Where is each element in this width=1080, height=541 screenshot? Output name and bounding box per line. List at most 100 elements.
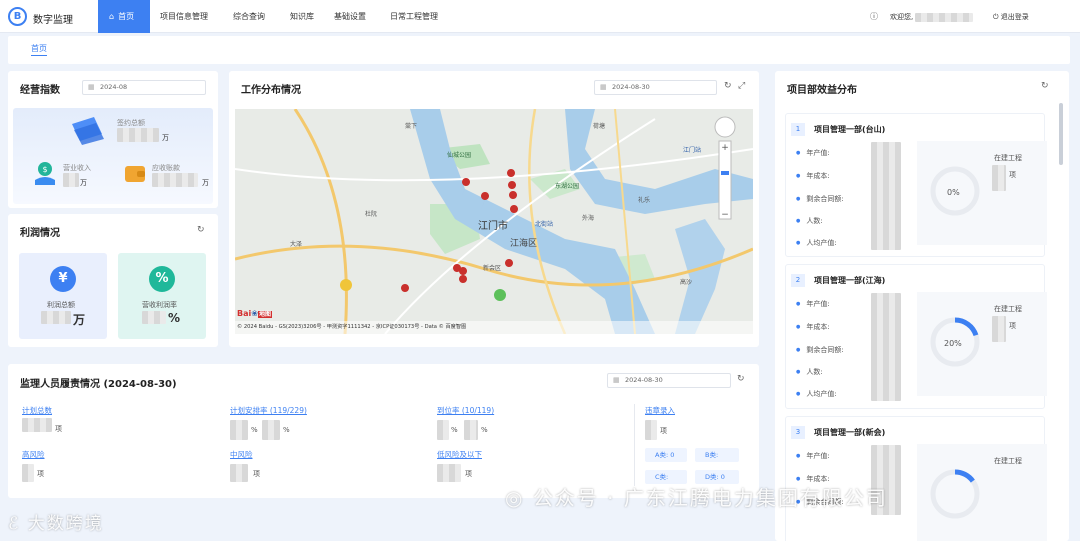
duty-date-picker[interactable]: 2024-08-30 xyxy=(607,373,731,388)
profit-rate-tile: % 营收利润率 % xyxy=(118,253,206,339)
business-month-picker[interactable]: 2024-08 xyxy=(82,80,206,95)
nav-item-label: 首页 xyxy=(118,12,135,21)
breadcrumb-home-link[interactable]: 首页 xyxy=(31,43,47,56)
nav-item-knowledge[interactable]: 知识库 xyxy=(279,0,323,33)
paw-icon: ❀ xyxy=(251,309,258,318)
business-index-title: 经营指数 xyxy=(20,85,60,96)
profit-rate-unit: % xyxy=(168,311,181,325)
nav-item-home[interactable]: ⌂ 首页 xyxy=(98,0,150,33)
class-a-tag[interactable]: A类: 0 xyxy=(645,448,687,462)
refresh-icon[interactable]: ↻ xyxy=(197,225,205,235)
map-place-label: 大泽 xyxy=(290,241,303,248)
status-unit: 项 xyxy=(1009,322,1016,330)
project-percent: 0% xyxy=(947,188,960,197)
project-name: 项目管理一部(台山) xyxy=(814,125,886,134)
map-place-label: 仙城公园 xyxy=(447,152,472,159)
fullscreen-icon[interactable]: ⤢ xyxy=(738,81,745,91)
plan-total-link[interactable]: 计划总数 xyxy=(22,405,52,416)
business-stats-panel: 签约总额 万 $ 营业收入 万 应收账款 万 xyxy=(13,108,213,204)
project-ring-panel: 0% 在建工程 项 xyxy=(917,141,1047,245)
refresh-icon[interactable]: ↻ xyxy=(737,374,745,384)
logout-label: 退出登录 xyxy=(1000,13,1029,21)
plan-rate-link[interactable]: 计划安排率 (119/229) xyxy=(230,405,307,416)
breadcrumb: 首页 xyxy=(8,36,1070,64)
map-place-label: 杜阮 xyxy=(365,211,378,218)
receivable-label: 应收账款 xyxy=(152,164,180,172)
high-risk-redacted xyxy=(22,464,34,482)
nav-item-daily-engineering[interactable]: 日常工程管理 xyxy=(379,0,459,33)
arrival-rate-unit: % xyxy=(451,426,458,434)
project-ring-panel: 在建工程 xyxy=(917,444,1047,541)
violation-redacted xyxy=(645,420,657,440)
plan-total-redacted xyxy=(22,418,52,432)
logout-button[interactable]: ⏻ 退出登录 xyxy=(993,12,1029,22)
revenue-value xyxy=(63,173,79,187)
map-attribution: © 2024 Baidu - GS(2023)3206号 - 甲测资字11113… xyxy=(237,324,467,330)
main-nav: ⌂ 首页 项目信息管理 综合查询 知识库 基础设置 日常工程管理 xyxy=(98,0,459,33)
refresh-icon[interactable]: ↻ xyxy=(724,81,732,91)
project-item-1[interactable]: 1 项目管理一部(台山) 年产值: 年成本: 剩余合同额: 人数: 人均产值: … xyxy=(785,113,1047,257)
revenue-label: 营业收入 xyxy=(63,164,91,172)
high-risk-link[interactable]: 高风险 xyxy=(22,449,45,460)
svg-text:+: + xyxy=(721,143,729,153)
refresh-icon[interactable]: ↻ xyxy=(1041,81,1049,91)
arrival-rate-redacted xyxy=(437,420,449,440)
plan-rate-unit: % xyxy=(283,426,290,434)
baidu-logo-text: Bai xyxy=(237,309,252,318)
arrival-rate-unit: % xyxy=(481,426,488,434)
project-field-headcount: 人数: xyxy=(796,216,822,226)
mid-risk-link[interactable]: 中风险 xyxy=(230,449,253,460)
welcome-text: 欢迎您, xyxy=(890,12,974,22)
violation-entry-link[interactable]: 违章录入 xyxy=(645,405,675,416)
project-item-3[interactable]: 3 项目管理一部(新会) 年产值: 年成本: 剩余合同额: 在建工程 xyxy=(785,416,1047,541)
map-place-label: 北街站 xyxy=(535,221,554,228)
top-navigation-bar: B 数字监理 ⌂ 首页 项目信息管理 综合查询 知识库 基础设置 日常工程管理 ⓘ… xyxy=(0,0,1080,33)
low-risk-link[interactable]: 低风险及以下 xyxy=(437,449,482,460)
svg-text:−: − xyxy=(721,210,729,220)
project-benefit-card: 项目部效益分布 ↻ 1 项目管理一部(台山) 年产值: 年成本: 剩余合同额: … xyxy=(775,71,1069,541)
power-icon: ⏻ xyxy=(993,13,1001,21)
low-risk-redacted xyxy=(437,464,461,482)
nav-item-query[interactable]: 综合查询 xyxy=(222,0,279,33)
class-b-tag[interactable]: B类: xyxy=(695,448,739,462)
nav-item-settings[interactable]: 基础设置 xyxy=(323,0,379,33)
home-icon: ⌂ xyxy=(109,12,115,21)
profit-total-unit: 万 xyxy=(73,313,86,327)
contract-total-value xyxy=(117,128,159,142)
status-label: 在建工程 xyxy=(994,154,1022,162)
nav-item-project-info[interactable]: 项目信息管理 xyxy=(150,0,222,33)
contract-icon xyxy=(72,117,104,145)
project-values-redacted xyxy=(871,293,901,401)
project-percent: 20% xyxy=(944,339,962,348)
scrollbar[interactable] xyxy=(1059,103,1063,165)
percent-hand-icon: % xyxy=(149,266,175,292)
map-place-label: 东湖公园 xyxy=(555,183,580,190)
mid-risk-unit: 项 xyxy=(253,470,260,478)
profit-rate-value xyxy=(142,311,166,324)
work-distribution-card: 工作分布情况 2024-08-30 ↻ ⤢ xyxy=(229,71,759,347)
work-distribution-title: 工作分布情况 xyxy=(241,85,301,96)
high-risk-unit: 项 xyxy=(37,470,44,478)
app-logo[interactable]: B xyxy=(8,7,27,26)
map-place-label: 新会区 xyxy=(483,265,502,272)
project-index: 3 xyxy=(791,426,805,439)
project-field-headcount: 人数: xyxy=(796,367,822,377)
app-title: 数字监理 xyxy=(33,15,73,26)
contract-total-label: 签约总额 xyxy=(117,119,145,127)
mid-risk-redacted xyxy=(230,464,248,482)
receivable-unit: 万 xyxy=(202,179,209,187)
plan-rate-redacted xyxy=(262,420,280,440)
profit-total-tile: ¥ 利润总额 万 xyxy=(19,253,107,339)
wechat-watermark: ◎ 公众号 · 广东江腾电力集团有限公司 xyxy=(505,482,888,511)
work-map[interactable]: + − 江门市 江海区 仙城公园 东湖公园 江门站 礼乐 外海 高沙 荷塘 棠下… xyxy=(235,109,753,334)
project-item-2[interactable]: 2 项目管理一部(江海) 年产值: 年成本: 剩余合同额: 人数: 人均产值: … xyxy=(785,264,1047,409)
profit-rate-label: 营收利润率 xyxy=(142,301,177,309)
work-date-picker[interactable]: 2024-08-30 xyxy=(594,80,717,95)
arrival-rate-link[interactable]: 到位率 (10/119) xyxy=(437,405,494,416)
project-field-output: 年产值: xyxy=(796,299,829,309)
status-label: 在建工程 xyxy=(994,457,1022,465)
project-field-cost: 年成本: xyxy=(796,322,829,332)
map-cluster-marker xyxy=(340,279,352,291)
help-icon[interactable]: ⓘ xyxy=(870,11,878,22)
project-field-remaining: 剩余合同额: xyxy=(796,194,843,204)
